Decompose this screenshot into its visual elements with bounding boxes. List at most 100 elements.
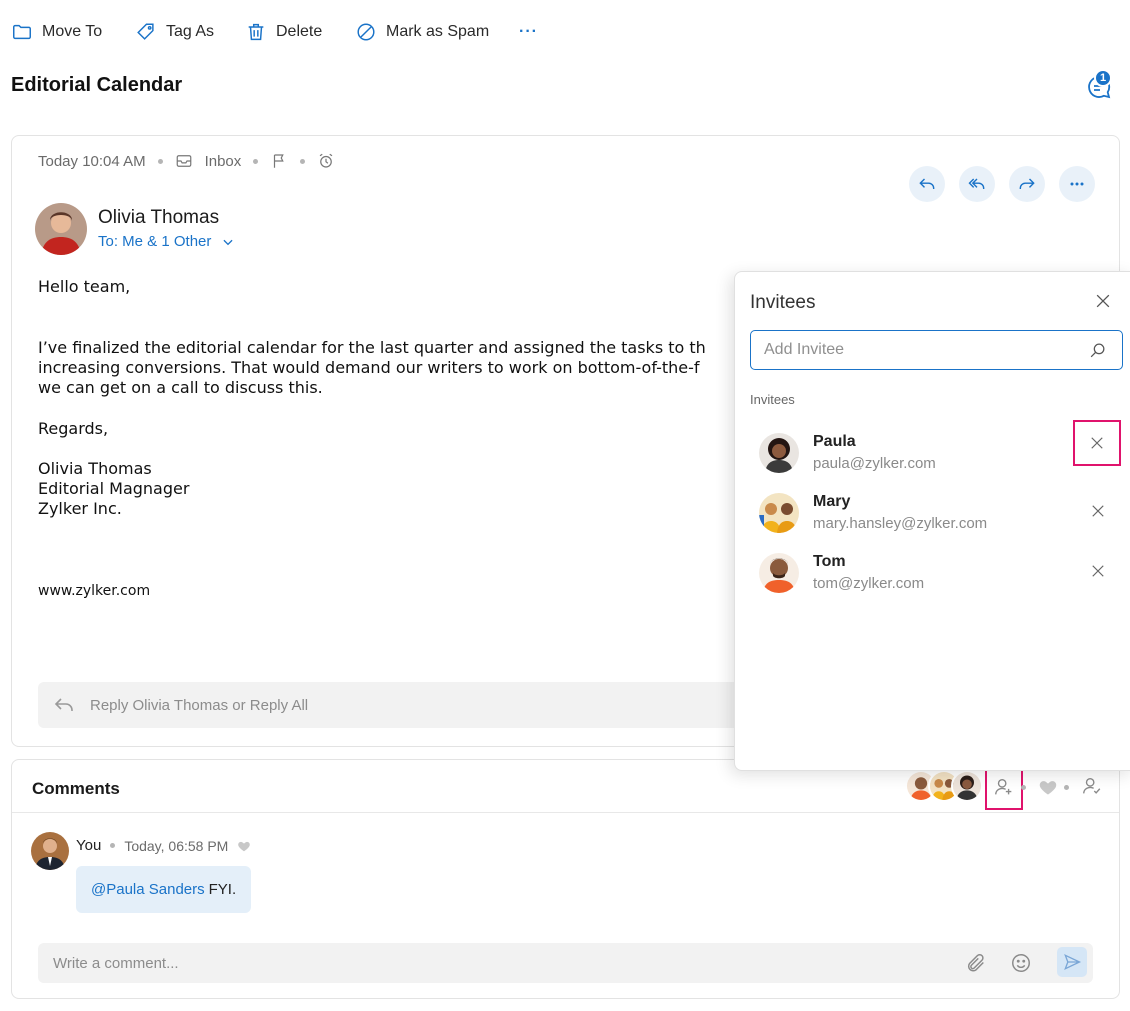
- inbox-icon: [176, 155, 191, 167]
- body-line: I’ve finalized the editorial calendar fo…: [38, 338, 706, 357]
- mail-subject: Editorial Calendar: [11, 74, 183, 96]
- invitee-name: Tom: [813, 553, 846, 570]
- user-check-icon[interactable]: [1081, 775, 1103, 797]
- reply-all-button[interactable]: [959, 166, 995, 202]
- move-to-button[interactable]: Move To: [11, 18, 102, 46]
- separator-dot: [110, 843, 116, 848]
- close-icon: [1092, 565, 1104, 577]
- person-avatar-icon: [35, 203, 87, 255]
- avatar: [759, 493, 799, 533]
- reply-icon: [919, 178, 935, 189]
- search-icon[interactable]: [1088, 341, 1107, 360]
- delete-button[interactable]: Delete: [245, 18, 322, 46]
- close-icon[interactable]: [1093, 291, 1113, 311]
- body-greeting: Hello team,: [38, 277, 131, 296]
- add-user-icon: [995, 778, 1012, 795]
- heart-icon[interactable]: [1038, 777, 1058, 797]
- separator-dot: [300, 158, 306, 164]
- recipients-toggle[interactable]: To: Me & 1 Other: [98, 233, 235, 250]
- quick-reply-bar[interactable]: Reply Olivia Thomas or Reply All: [38, 682, 758, 728]
- comment-text: FYI.: [208, 881, 237, 898]
- separator-dot: [157, 158, 163, 164]
- flag-icon[interactable]: [270, 152, 288, 170]
- sender-avatar[interactable]: [35, 203, 87, 255]
- remove-invitee-button[interactable]: [1088, 501, 1108, 521]
- tag-icon: [137, 23, 154, 40]
- mark-spam-button[interactable]: Mark as Spam: [355, 18, 489, 46]
- tag-as-label: Tag As: [166, 23, 215, 40]
- add-invitee-input[interactable]: [764, 341, 1084, 359]
- comment-header: You Today, 06:58 PM: [76, 837, 251, 854]
- separator-dot: [1021, 785, 1026, 790]
- group-avatar-icon: [759, 493, 799, 533]
- invitee-email: paula@zylker.com: [813, 455, 936, 472]
- separator-dot: [253, 158, 259, 164]
- comment-author: You: [76, 837, 102, 854]
- invitee-row: Mary mary.hansley@zylker.com: [735, 493, 1130, 553]
- invitee-avatar-stack[interactable]: [905, 770, 985, 804]
- comment-bubble: @Paula Sanders FYI.: [76, 866, 252, 913]
- reply-prompt: Reply Olivia Thomas or Reply All: [90, 696, 309, 714]
- alarm-clock-icon[interactable]: [317, 152, 335, 170]
- comments-shortcut[interactable]: 1: [1084, 69, 1114, 102]
- chevron-down-icon: [223, 239, 233, 245]
- tag-as-button[interactable]: Tag As: [135, 18, 214, 46]
- commenter-avatar[interactable]: [31, 832, 69, 870]
- block-icon: [357, 23, 375, 41]
- unread-count-badge: 1: [1094, 69, 1112, 87]
- person-avatar-icon: [759, 433, 799, 473]
- close-icon: [1092, 505, 1104, 517]
- comments-title: Comments: [32, 779, 120, 798]
- person-avatar-icon: [31, 832, 69, 870]
- folder-icon: [13, 24, 31, 40]
- more-horizontal-icon: [1070, 182, 1084, 186]
- mention-link[interactable]: @Paula Sanders: [91, 881, 205, 898]
- more-options-button[interactable]: ···: [519, 18, 538, 46]
- send-comment-button[interactable]: [1057, 947, 1087, 977]
- comment-input[interactable]: Write a comment...: [38, 943, 1093, 983]
- emoji-icon[interactable]: [1010, 952, 1032, 974]
- close-icon: [1091, 437, 1103, 449]
- comment-timestamp: Today, 06:58 PM: [124, 837, 229, 854]
- action-toolbar: Move To Tag As Delete Mark as Spam ···: [0, 0, 1130, 62]
- paperclip-icon[interactable]: [965, 952, 987, 974]
- mail-meta: Today 10:04 AM Inbox: [38, 152, 335, 170]
- signature-company: Zylker Inc.: [38, 499, 122, 518]
- person-avatar-icon: [759, 553, 799, 593]
- remove-invitee-button[interactable]: [1073, 420, 1121, 466]
- mail-more-button[interactable]: [1059, 166, 1095, 202]
- website-link[interactable]: www.zylker.com: [38, 583, 150, 599]
- mail-time: Today 10:04 AM: [38, 152, 146, 170]
- person-avatar-icon: [953, 772, 981, 800]
- invitee-email: tom@zylker.com: [813, 575, 925, 592]
- delete-label: Delete: [276, 23, 323, 40]
- mark-spam-label: Mark as Spam: [386, 23, 490, 40]
- reply-button[interactable]: [909, 166, 945, 202]
- body-regards: Regards,: [38, 419, 109, 438]
- invitee-row: Tom tom@zylker.com: [735, 553, 1130, 613]
- invitee-email: mary.hansley@zylker.com: [813, 515, 988, 532]
- invitee-name: Mary: [813, 493, 851, 510]
- avatar: [759, 433, 799, 473]
- remove-invitee-button[interactable]: [1088, 561, 1108, 581]
- recipients-label: To: Me & 1 Other: [98, 233, 212, 250]
- mail-body: Hello team, I’ve finalized the editorial…: [38, 277, 798, 519]
- mail-folder[interactable]: Inbox: [205, 153, 242, 170]
- separator-dot: [1064, 785, 1069, 790]
- reply-all-icon: [968, 178, 985, 189]
- invitee-row: Paula paula@zylker.com: [735, 420, 1130, 493]
- send-icon: [1064, 954, 1082, 970]
- sender-name[interactable]: Olivia Thomas: [98, 207, 219, 229]
- forward-icon: [1019, 178, 1035, 189]
- signature-title: Editorial Magnager: [38, 479, 190, 498]
- invitee-search-box: [750, 330, 1123, 370]
- invitees-panel-title: Invitees: [750, 292, 816, 313]
- avatar: [951, 770, 983, 802]
- signature-name: Olivia Thomas: [38, 459, 152, 478]
- comment-placeholder: Write a comment...: [53, 954, 179, 972]
- heart-icon[interactable]: [237, 839, 251, 853]
- body-line: increasing conversions. That would deman…: [38, 358, 700, 377]
- forward-button[interactable]: [1009, 166, 1045, 202]
- trash-icon: [248, 23, 264, 41]
- body-line: we can get on a call to discuss this.: [38, 378, 323, 397]
